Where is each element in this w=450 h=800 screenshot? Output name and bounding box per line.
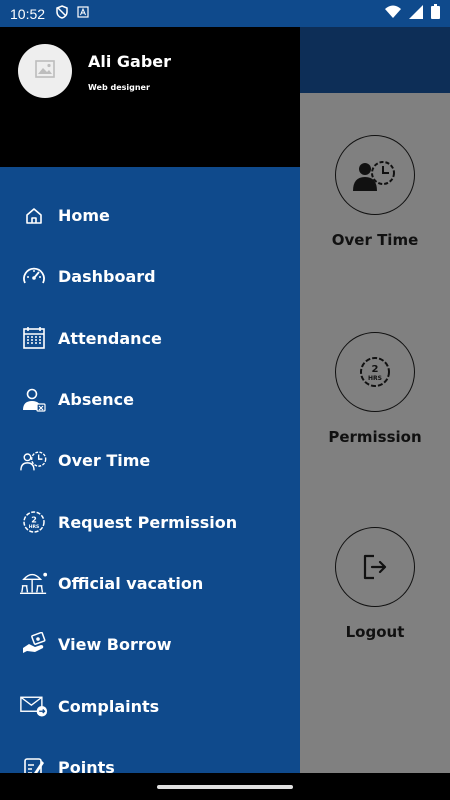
- menu-item-label: Over Time: [58, 451, 151, 471]
- system-nav-bar: [0, 773, 450, 800]
- home-icon: [20, 202, 48, 230]
- home-gesture-handle[interactable]: [157, 784, 293, 789]
- dashboard-icon: [20, 263, 48, 291]
- logout-icon: [335, 527, 415, 607]
- borrow-icon: [20, 631, 48, 659]
- menu-item-complaints[interactable]: Complaints: [0, 675, 300, 736]
- svg-text:2: 2: [31, 516, 37, 525]
- menu-item-label: Attendance: [58, 328, 162, 348]
- signal-icon: [409, 4, 423, 23]
- menu-item-over-time[interactable]: Over Time: [0, 430, 300, 491]
- shield-icon: [55, 4, 69, 23]
- menu-item-label: Complaints: [58, 696, 160, 716]
- status-time: 10:52: [10, 5, 46, 22]
- drawer-menu: Home Dashboard Attendance Absence Over T…: [0, 167, 300, 773]
- user-name: Ali Gaber: [88, 52, 172, 71]
- menu-item-home[interactable]: Home: [0, 185, 300, 246]
- avatar[interactable]: [18, 44, 72, 98]
- logout-tile-label: Logout: [345, 623, 405, 641]
- permission-tile-label: Permission: [328, 428, 422, 446]
- overtime-icon: [20, 447, 48, 475]
- overtime-tile[interactable]: Over Time: [300, 135, 450, 249]
- svg-text:HRS: HRS: [368, 375, 382, 382]
- navigation-drawer: Ali Gaber Web designer Home Dashboard At…: [0, 27, 300, 773]
- menu-item-label: View Borrow: [58, 635, 172, 655]
- a-icon: [77, 5, 89, 22]
- menu-item-points[interactable]: Points: [0, 737, 300, 773]
- user-role: Web designer: [88, 83, 150, 92]
- image-placeholder-icon: [35, 60, 55, 82]
- menu-item-label: Request Permission: [58, 512, 238, 532]
- overtime-tile-icon: [335, 135, 415, 215]
- vacation-icon: [20, 569, 48, 597]
- calendar-icon: [20, 324, 48, 352]
- menu-item-attendance[interactable]: Attendance: [0, 308, 300, 369]
- permission-tile[interactable]: 2 HRS Permission: [300, 332, 450, 446]
- points-icon: [20, 753, 48, 773]
- svg-text:2: 2: [372, 364, 379, 375]
- menu-item-view-borrow[interactable]: View Borrow: [0, 614, 300, 675]
- menu-item-label: Home: [58, 206, 110, 226]
- complaints-icon: [20, 692, 48, 720]
- drawer-header: Ali Gaber Web designer: [0, 27, 300, 167]
- menu-item-label: Absence: [58, 390, 134, 410]
- permission-tile-icon: 2 HRS: [335, 332, 415, 412]
- menu-item-label: Official vacation: [58, 573, 204, 593]
- status-bar: 10:52: [0, 0, 450, 27]
- overtime-tile-label: Over Time: [331, 231, 419, 249]
- absence-icon: [20, 386, 48, 414]
- logout-tile[interactable]: Logout: [300, 527, 450, 641]
- menu-item-label: Dashboard: [58, 267, 156, 287]
- svg-text:HRS: HRS: [29, 524, 39, 530]
- permission-icon: 2 HRS: [20, 508, 48, 536]
- menu-item-label: Points: [58, 757, 115, 773]
- menu-item-dashboard[interactable]: Dashboard: [0, 246, 300, 307]
- menu-item-official-vacation[interactable]: Official vacation: [0, 553, 300, 614]
- battery-icon: [431, 4, 440, 23]
- wifi-icon: [385, 5, 401, 22]
- menu-item-request-permission[interactable]: 2 HRS Request Permission: [0, 491, 300, 552]
- menu-item-absence[interactable]: Absence: [0, 369, 300, 430]
